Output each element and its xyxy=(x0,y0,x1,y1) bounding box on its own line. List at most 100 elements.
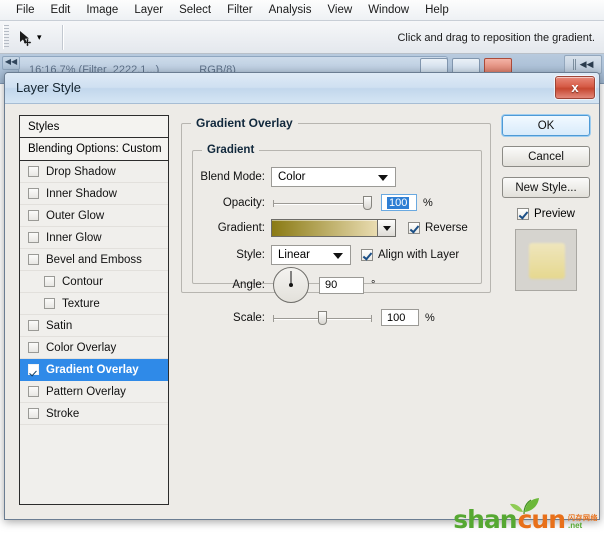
menu-item-edit[interactable]: Edit xyxy=(43,2,79,19)
style-list-item[interactable]: Texture xyxy=(20,293,168,315)
style-enable-checkbox[interactable] xyxy=(28,342,39,353)
style-list-item[interactable]: Stroke xyxy=(20,403,168,425)
gradient-row: Gradient: Reverse xyxy=(193,219,478,237)
style-list-item[interactable]: Color Overlay xyxy=(20,337,168,359)
styles-panel-header[interactable]: Styles xyxy=(20,116,168,138)
gradient-picker[interactable] xyxy=(271,219,396,237)
active-tool-button[interactable]: ▾ xyxy=(14,26,58,49)
menu-item-analysis[interactable]: Analysis xyxy=(261,2,320,19)
menu-item-help[interactable]: Help xyxy=(417,2,457,19)
opacity-slider-thumb[interactable] xyxy=(363,195,372,210)
preview-checkbox[interactable]: Preview xyxy=(502,208,590,220)
style-list-item[interactable]: Bevel and Emboss xyxy=(20,249,168,271)
menu-item-window[interactable]: Window xyxy=(360,2,417,19)
dialog-title-bar[interactable]: Layer Style x xyxy=(5,73,599,104)
style-enable-checkbox[interactable] xyxy=(28,364,39,375)
gradient-dropdown-button[interactable] xyxy=(378,219,396,237)
opacity-input[interactable]: 100 xyxy=(381,194,417,211)
gradient-overlay-group-title: Gradient Overlay xyxy=(191,116,298,130)
angle-unit: ° xyxy=(371,279,376,291)
menu-item-image[interactable]: Image xyxy=(78,2,126,19)
left-panel-collapse-button[interactable]: ◀◀ xyxy=(2,56,20,70)
style-item-label: Satin xyxy=(46,319,73,332)
opacity-unit: % xyxy=(423,196,433,209)
angle-input[interactable]: 90 xyxy=(319,276,364,294)
watermark-suffix: 闪存网络 .net xyxy=(568,515,598,530)
menu-item-layer[interactable]: Layer xyxy=(126,2,171,19)
cancel-button[interactable]: Cancel xyxy=(502,146,590,167)
style-item-label: Outer Glow xyxy=(46,209,105,222)
angle-dial-hub xyxy=(289,283,293,287)
opacity-slider-endcap-left xyxy=(273,199,274,207)
dialog-body: Styles Blending Options: Custom Drop Sha… xyxy=(5,104,599,519)
style-list-item[interactable]: Pattern Overlay xyxy=(20,381,168,403)
gradient-style-select[interactable]: Linear xyxy=(271,245,351,265)
menu-item-view[interactable]: View xyxy=(319,2,360,19)
blend-mode-label: Blend Mode: xyxy=(200,171,265,183)
double-chevron-left-icon: ◀◀ xyxy=(579,59,594,69)
scale-slider-endcap-right xyxy=(371,314,372,322)
preview-checkbox-box xyxy=(517,208,530,220)
style-list-item[interactable]: Outer Glow xyxy=(20,205,168,227)
style-enable-checkbox[interactable] xyxy=(28,408,39,419)
gradient-preview-swatch[interactable] xyxy=(271,219,378,237)
style-enable-checkbox[interactable] xyxy=(28,386,39,397)
menu-item-select[interactable]: Select xyxy=(171,2,219,19)
leaf-icon xyxy=(510,498,540,514)
gradient-label: Gradient: xyxy=(217,222,265,234)
style-list-item[interactable]: Satin xyxy=(20,315,168,337)
angle-label: Angle: xyxy=(232,279,265,291)
style-item-label: Contour xyxy=(62,275,103,288)
scale-slider-thumb[interactable] xyxy=(318,310,327,325)
scale-input[interactable]: 100 xyxy=(381,309,419,326)
style-enable-checkbox[interactable] xyxy=(28,232,39,243)
photoshop-window: File Edit Image Layer Select Filter Anal… xyxy=(0,0,604,534)
style-enable-checkbox[interactable] xyxy=(28,320,39,331)
align-with-layer-checkbox-box xyxy=(361,249,373,261)
style-list-item[interactable]: Contour xyxy=(20,271,168,293)
scale-value: 100 xyxy=(387,311,406,324)
reverse-checkbox[interactable]: Reverse xyxy=(408,222,468,234)
tool-preset-caret-icon[interactable]: ▾ xyxy=(37,32,42,43)
style-enable-checkbox[interactable] xyxy=(44,298,55,309)
style-item-label: Inner Glow xyxy=(46,231,102,244)
style-list-item[interactable]: Inner Shadow xyxy=(20,183,168,205)
scale-slider[interactable] xyxy=(273,310,372,325)
blend-mode-select[interactable]: Color xyxy=(271,167,396,187)
layer-style-dialog: Layer Style x Styles Blending Options: C… xyxy=(4,72,600,520)
styles-effect-list: Drop Shadow Inner Shadow Outer Glow Inner G… xyxy=(20,161,168,425)
scale-slider-endcap-left xyxy=(273,314,274,322)
new-style-button[interactable]: New Style... xyxy=(502,177,590,198)
gradient-overlay-settings: Gradient Overlay Gradient Blend Mode: Co… xyxy=(181,115,491,505)
options-bar-grip[interactable] xyxy=(3,25,9,49)
opacity-row: Opacity: 100 % xyxy=(193,194,478,211)
style-item-label: Stroke xyxy=(46,407,80,420)
style-list-item[interactable]: Gradient Overlay xyxy=(20,359,168,381)
move-tool-icon xyxy=(20,30,32,46)
style-list-item[interactable]: Drop Shadow xyxy=(20,161,168,183)
align-with-layer-checkbox[interactable]: Align with Layer xyxy=(361,249,459,261)
style-enable-checkbox[interactable] xyxy=(28,210,39,221)
angle-dial[interactable] xyxy=(273,267,309,303)
gradient-group: Gradient Blend Mode: Color Opacity: 100 … xyxy=(192,144,482,326)
style-item-label: Pattern Overlay xyxy=(46,385,126,398)
opacity-slider[interactable] xyxy=(273,195,372,210)
menu-item-file[interactable]: File xyxy=(8,2,43,19)
style-label: Style: xyxy=(236,249,265,261)
dialog-close-button[interactable]: x xyxy=(555,76,595,99)
ok-button[interactable]: OK xyxy=(502,115,590,136)
style-list-item[interactable]: Inner Glow xyxy=(20,227,168,249)
menu-item-filter[interactable]: Filter xyxy=(219,2,261,19)
style-enable-checkbox[interactable] xyxy=(28,166,39,177)
chevron-down-icon xyxy=(378,175,388,181)
style-enable-checkbox[interactable] xyxy=(28,254,39,265)
reverse-checkbox-box xyxy=(408,222,420,234)
chevron-down-icon xyxy=(333,253,343,259)
style-enable-checkbox[interactable] xyxy=(28,188,39,199)
panel-grip-icon xyxy=(572,59,577,70)
gradient-overlay-group: Gradient Overlay Gradient Blend Mode: Co… xyxy=(181,116,491,326)
style-enable-checkbox[interactable] xyxy=(44,276,55,287)
reverse-label: Reverse xyxy=(425,222,468,234)
style-item-label: Drop Shadow xyxy=(46,165,116,178)
blending-options-row[interactable]: Blending Options: Custom xyxy=(20,138,168,161)
